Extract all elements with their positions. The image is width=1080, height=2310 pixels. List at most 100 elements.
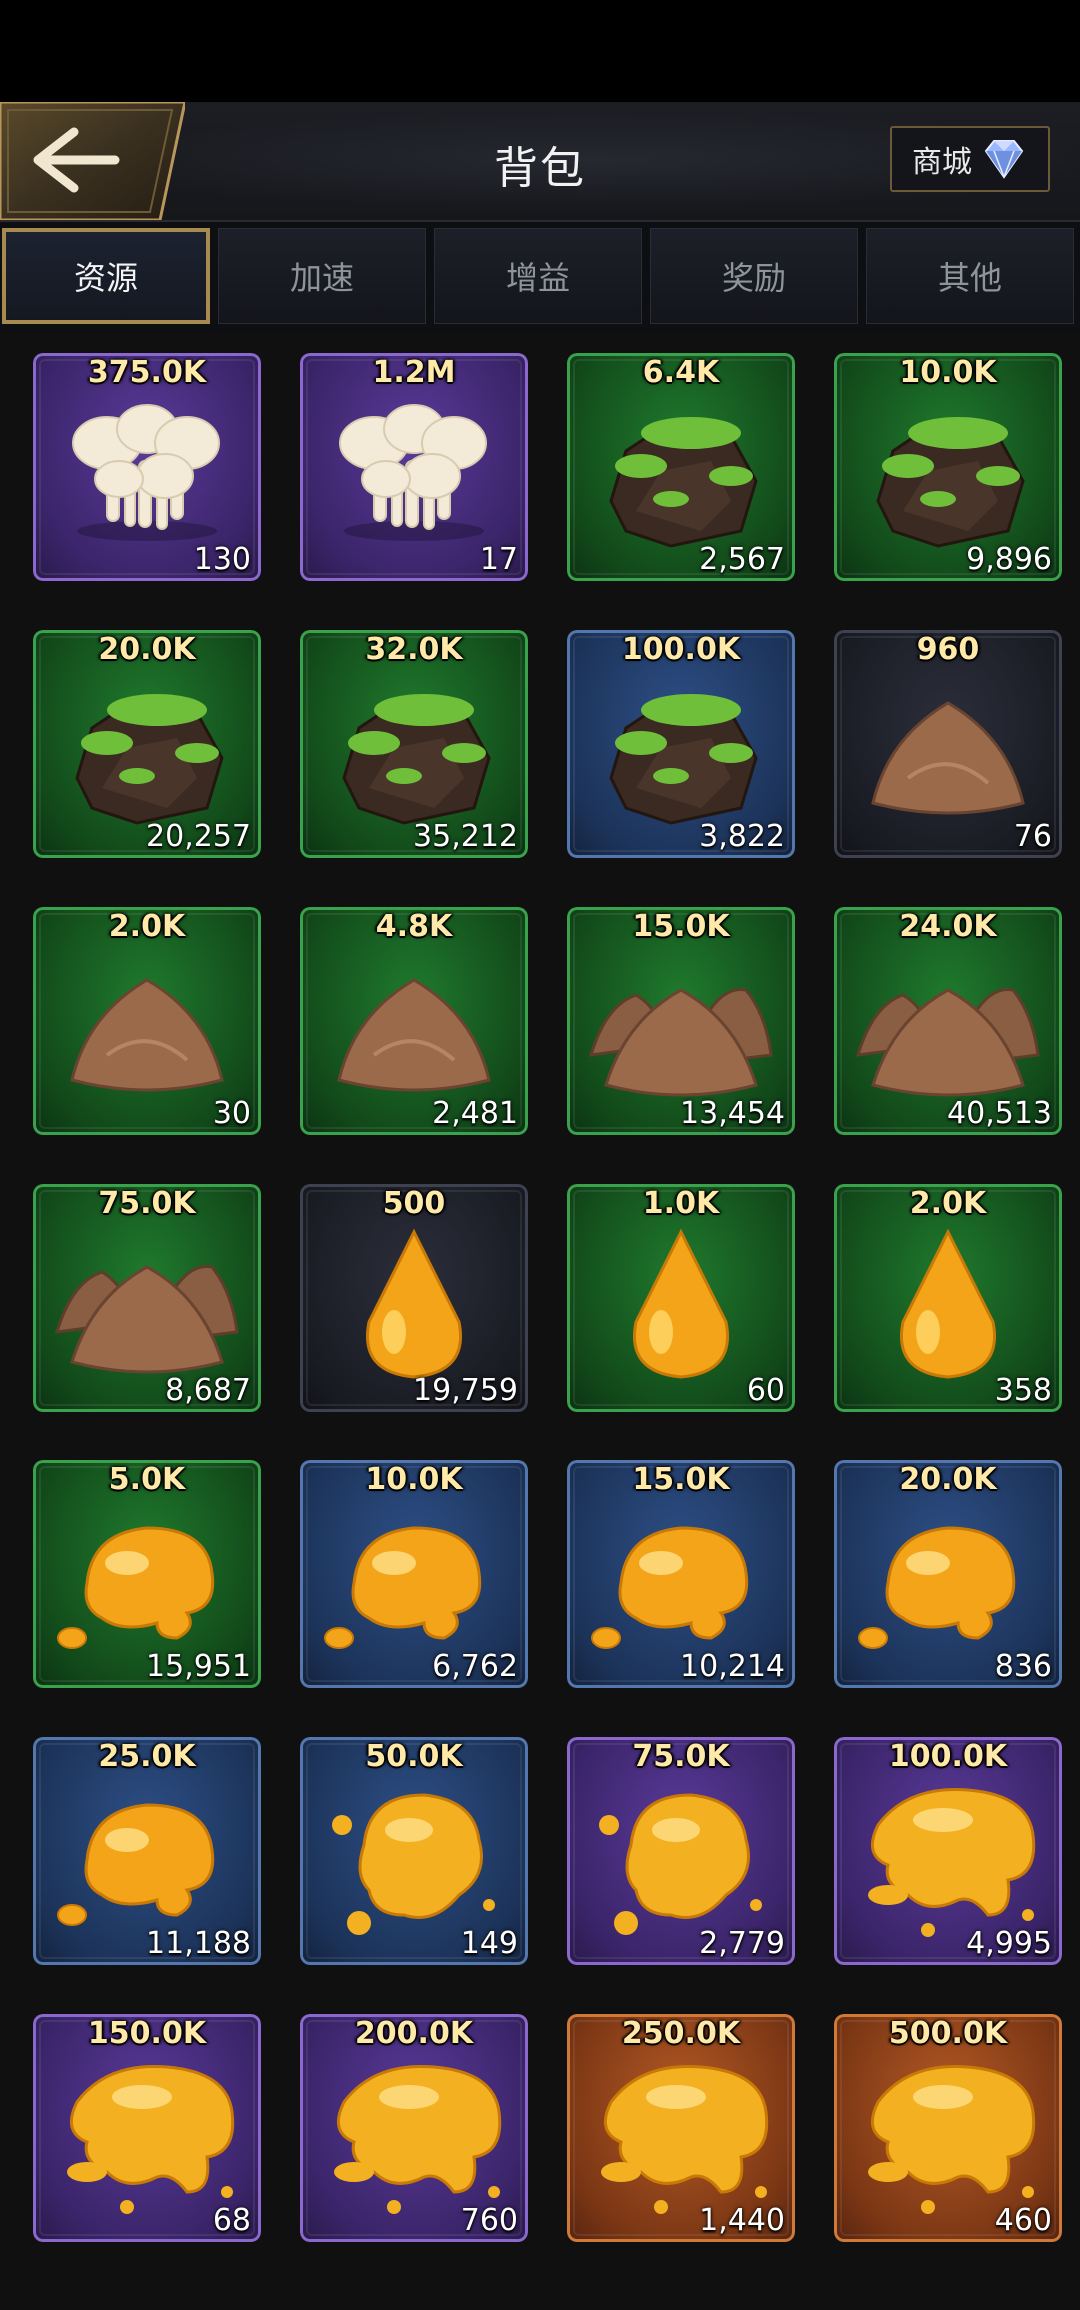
honey-blob-icon xyxy=(591,1526,749,1649)
item-value: 2.0K xyxy=(108,909,186,944)
item-value: 5.0K xyxy=(108,1462,186,1497)
mushroom-icon xyxy=(339,404,487,541)
inventory-item[interactable]: 15.0K 10,214 xyxy=(567,1460,795,1688)
honey-blob-icon xyxy=(57,1803,215,1926)
honey-puddle-icon xyxy=(868,1787,1036,1937)
item-count: 11,188 xyxy=(146,1926,251,1961)
inventory-item[interactable]: 1.2M 17 xyxy=(300,353,528,581)
item-count: 460 xyxy=(994,2203,1052,2238)
inventory-item[interactable]: 2.0K 30 xyxy=(33,907,261,1135)
item-count: 60 xyxy=(746,1373,785,1408)
honey-drop-icon xyxy=(366,1228,462,1379)
item-value: 75.0K xyxy=(98,1186,196,1221)
inventory-item[interactable]: 25.0K 11,188 xyxy=(33,1737,261,1965)
category-tabs: 资源 加速 增益 奖励 其他 xyxy=(0,222,1080,332)
item-value: 150.0K xyxy=(87,2016,207,2051)
inventory-item[interactable]: 500 19,759 xyxy=(300,1184,528,1412)
item-count: 15,951 xyxy=(146,1649,251,1684)
inventory-item[interactable]: 150.0K 68 xyxy=(33,2014,261,2242)
tab-resources[interactable]: 资源 xyxy=(2,228,210,324)
item-value: 20.0K xyxy=(98,632,196,667)
soil-piles-icon xyxy=(588,987,773,1097)
item-value: 25.0K xyxy=(98,1739,196,1774)
item-value: 20.0K xyxy=(899,1462,997,1497)
item-value: 100.0K xyxy=(621,632,741,667)
inventory-item[interactable]: 10.0K 6,762 xyxy=(300,1460,528,1688)
diamond-icon xyxy=(984,140,1024,179)
item-value: 2.0K xyxy=(909,1186,987,1221)
mossy-rock-icon xyxy=(609,417,758,548)
inventory-item[interactable]: 6.4K 2,567 xyxy=(567,353,795,581)
inventory-item[interactable]: 15.0K 13,454 xyxy=(567,907,795,1135)
tab-speedup[interactable]: 加速 xyxy=(218,228,426,324)
item-count: 68 xyxy=(212,2203,251,2238)
inventory-item[interactable]: 1.0K 60 xyxy=(567,1184,795,1412)
status-bar xyxy=(0,0,1080,102)
item-count: 10,214 xyxy=(680,1649,785,1684)
item-value: 500 xyxy=(382,1186,446,1221)
item-count: 35,212 xyxy=(413,819,518,854)
inventory-item[interactable]: 500.0K 460 xyxy=(834,2014,1062,2242)
honey-splash-icon xyxy=(332,1793,495,1935)
item-count: 13,454 xyxy=(680,1096,785,1131)
item-value: 4.8K xyxy=(375,909,453,944)
item-count: 30 xyxy=(212,1096,251,1131)
inventory-item[interactable]: 50.0K 149 xyxy=(300,1737,528,1965)
inventory-item[interactable]: 2.0K 358 xyxy=(834,1184,1062,1412)
item-value: 200.0K xyxy=(354,2016,474,2051)
item-count: 76 xyxy=(1013,819,1052,854)
soil-piles-icon xyxy=(54,1264,239,1374)
honey-puddle-icon xyxy=(334,2064,502,2214)
item-count: 760 xyxy=(460,2203,518,2238)
inventory-item[interactable]: 100.0K 3,822 xyxy=(567,630,795,858)
item-value: 24.0K xyxy=(899,909,997,944)
inventory-item[interactable]: 10.0K 9,896 xyxy=(834,353,1062,581)
inventory-item[interactable]: 200.0K 760 xyxy=(300,2014,528,2242)
tab-boost[interactable]: 增益 xyxy=(434,228,642,324)
shop-button[interactable]: 商城 xyxy=(890,126,1050,192)
item-count: 836 xyxy=(994,1649,1052,1684)
item-value: 375.0K xyxy=(87,355,207,390)
inventory-item[interactable]: 20.0K 836 xyxy=(834,1460,1062,1688)
inventory-item[interactable]: 960 76 xyxy=(834,630,1062,858)
item-value: 500.0K xyxy=(888,2016,1008,2051)
item-count: 1,440 xyxy=(699,2203,785,2238)
header-bar: 背包 商城 xyxy=(0,102,1080,222)
mossy-rock-icon xyxy=(609,694,758,825)
item-count: 2,567 xyxy=(699,542,785,577)
item-count: 149 xyxy=(460,1926,518,1961)
honey-drop-icon xyxy=(633,1228,729,1379)
inventory-item[interactable]: 250.0K 1,440 xyxy=(567,2014,795,2242)
inventory-item[interactable]: 75.0K 2,779 xyxy=(567,1737,795,1965)
inventory-item[interactable]: 24.0K 40,513 xyxy=(834,907,1062,1135)
item-count: 17 xyxy=(479,542,518,577)
item-value: 15.0K xyxy=(632,909,730,944)
soil-pile-icon xyxy=(871,701,1025,815)
soil-piles-icon xyxy=(855,987,1040,1097)
item-value: 15.0K xyxy=(632,1462,730,1497)
item-value: 50.0K xyxy=(365,1739,463,1774)
inventory-item[interactable]: 4.8K 2,481 xyxy=(300,907,528,1135)
inventory-item[interactable]: 32.0K 35,212 xyxy=(300,630,528,858)
honey-blob-icon xyxy=(858,1526,1016,1649)
item-value: 960 xyxy=(916,632,980,667)
inventory-item[interactable]: 5.0K 15,951 xyxy=(33,1460,261,1688)
inventory-item[interactable]: 20.0K 20,257 xyxy=(33,630,261,858)
tab-rewards[interactable]: 奖励 xyxy=(650,228,858,324)
inventory-item[interactable]: 100.0K 4,995 xyxy=(834,1737,1062,1965)
item-count: 4,995 xyxy=(966,1926,1052,1961)
honey-drop-icon xyxy=(900,1228,996,1379)
item-value: 10.0K xyxy=(365,1462,463,1497)
honey-puddle-icon xyxy=(67,2064,235,2214)
soil-pile-icon xyxy=(70,978,224,1092)
inventory-item[interactable]: 375.0K 130 xyxy=(33,353,261,581)
item-value: 250.0K xyxy=(621,2016,741,2051)
tab-other[interactable]: 其他 xyxy=(866,228,1074,324)
item-value: 1.0K xyxy=(642,1186,720,1221)
shop-label: 商城 xyxy=(912,145,972,180)
item-value: 1.2M xyxy=(372,355,456,390)
mossy-rock-icon xyxy=(342,694,491,825)
item-count: 130 xyxy=(193,542,251,577)
inventory-item[interactable]: 75.0K 8,687 xyxy=(33,1184,261,1412)
item-count: 2,481 xyxy=(432,1096,518,1131)
